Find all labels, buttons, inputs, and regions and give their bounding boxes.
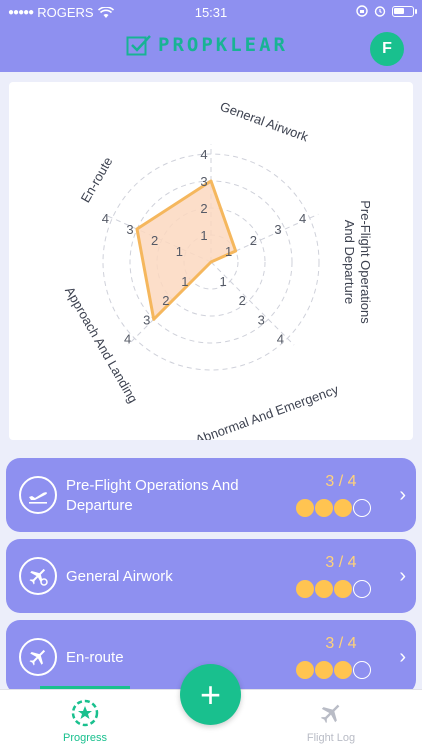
radar-tick-label: 2 xyxy=(162,293,169,308)
radar-tick-label: 1 xyxy=(176,244,183,259)
battery-icon xyxy=(392,5,417,17)
level-dot-filled xyxy=(334,661,352,679)
active-tab-indicator xyxy=(40,686,130,689)
radar-axis-label-line: Abnormal And Emergency xyxy=(193,381,341,440)
radar-axis-label-line: And Departure xyxy=(342,220,357,305)
status-bar: ●●●●● ROGERS 15:31 xyxy=(0,4,422,22)
radar-tick-label: 3 xyxy=(200,174,207,189)
chevron-right-icon: › xyxy=(399,484,406,506)
skill-score: 3 / 4 xyxy=(325,473,357,490)
level-dot-filled xyxy=(296,499,314,517)
skill-card-preflight[interactable]: Pre-Flight Operations And Departure 3 / … xyxy=(6,458,416,532)
radar-tick-label: 4 xyxy=(124,331,131,346)
airplane-gear-icon xyxy=(19,557,57,595)
radar-axis-label: General Airwork xyxy=(218,99,311,145)
nav-progress-label: Progress xyxy=(62,732,108,744)
brand-logo: PROPKLEAR xyxy=(126,34,288,56)
radar-axis-label-line: General Airwork xyxy=(218,99,311,145)
radar-tick-label: 4 xyxy=(200,147,207,162)
level-dot-filled xyxy=(296,580,314,598)
level-dot-filled xyxy=(315,580,333,598)
skill-name: Pre-Flight Operations And Departure xyxy=(66,477,239,514)
airplane-icon xyxy=(19,638,57,676)
chevron-right-icon: › xyxy=(399,565,406,587)
radar-axis-label: En-route xyxy=(78,154,116,205)
radar-tick-label: 4 xyxy=(102,211,109,226)
skill-name: En-route xyxy=(66,649,124,666)
nav-flight-log-label: Flight Log xyxy=(306,732,356,744)
radar-tick-label: 2 xyxy=(200,201,207,216)
skill-card-general-airwork[interactable]: General Airwork 3 / 4 › xyxy=(6,539,416,613)
radar-data-polygon xyxy=(135,179,238,321)
user-avatar[interactable]: F xyxy=(370,32,404,66)
radar-axis-label-line: Pre-Flight Operations xyxy=(358,200,373,324)
nav-flight-log[interactable]: Flight Log xyxy=(261,690,401,750)
radar-tick-label: 1 xyxy=(219,274,226,289)
skill-level-dots xyxy=(296,499,371,517)
skills-radar-card: 1 2 3 4 1 2 3 4 1 2 3 4 1 2 3 4 1 2 3 4 General Airwork Pre-F… xyxy=(9,82,413,440)
radar-tick-label: 4 xyxy=(299,211,306,226)
radar-tick-label: 4 xyxy=(277,331,284,346)
radar-tick-label: 1 xyxy=(181,274,188,289)
radar-axis-label-line: En-route xyxy=(78,154,116,205)
alarm-icon xyxy=(374,6,386,17)
skill-level-dots xyxy=(296,580,371,598)
chevron-right-icon: › xyxy=(399,646,406,668)
radar-axis-label: Abnormal And Emergency xyxy=(193,381,341,440)
skills-radar-chart: 12341234123412341234General AirworkPre-F… xyxy=(62,99,373,440)
level-dot-empty xyxy=(353,499,371,517)
skill-score: 3 / 4 xyxy=(325,554,357,571)
radar-tick-label: 1 xyxy=(225,244,232,259)
level-dot-empty xyxy=(353,661,371,679)
brand-name: PROPKLEAR xyxy=(158,34,288,56)
radar-axis-label: Pre-Flight OperationsAnd Departure xyxy=(342,200,373,324)
airplane-icon xyxy=(320,704,340,724)
skill-name: General Airwork xyxy=(66,568,173,585)
radar-tick-label: 3 xyxy=(258,312,265,327)
level-dot-filled xyxy=(334,580,352,598)
takeoff-icon xyxy=(19,476,57,514)
orientation-lock-icon xyxy=(356,5,368,17)
radar-tick-label: 3 xyxy=(143,312,150,327)
level-dot-filled xyxy=(296,661,314,679)
add-button[interactable]: + xyxy=(180,664,241,725)
skill-level-dots xyxy=(296,661,371,679)
radar-tick-label: 2 xyxy=(250,233,257,248)
level-dot-filled xyxy=(315,499,333,517)
radar-tick-label: 2 xyxy=(151,233,158,248)
level-dot-empty xyxy=(353,580,371,598)
radar-tick-label: 3 xyxy=(126,222,133,237)
radar-tick-label: 3 xyxy=(274,222,281,237)
radar-tick-label: 1 xyxy=(200,228,207,243)
star-badge-icon xyxy=(71,699,99,727)
skill-score: 3 / 4 xyxy=(325,635,357,652)
checkbox-logo-icon xyxy=(126,35,151,56)
radar-tick-label: 2 xyxy=(239,293,246,308)
level-dot-filled xyxy=(315,661,333,679)
app-header: ●●●●● ROGERS 15:31 PROPKLEAR F xyxy=(0,0,422,72)
level-dot-filled xyxy=(334,499,352,517)
nav-progress[interactable]: Progress xyxy=(15,690,155,750)
